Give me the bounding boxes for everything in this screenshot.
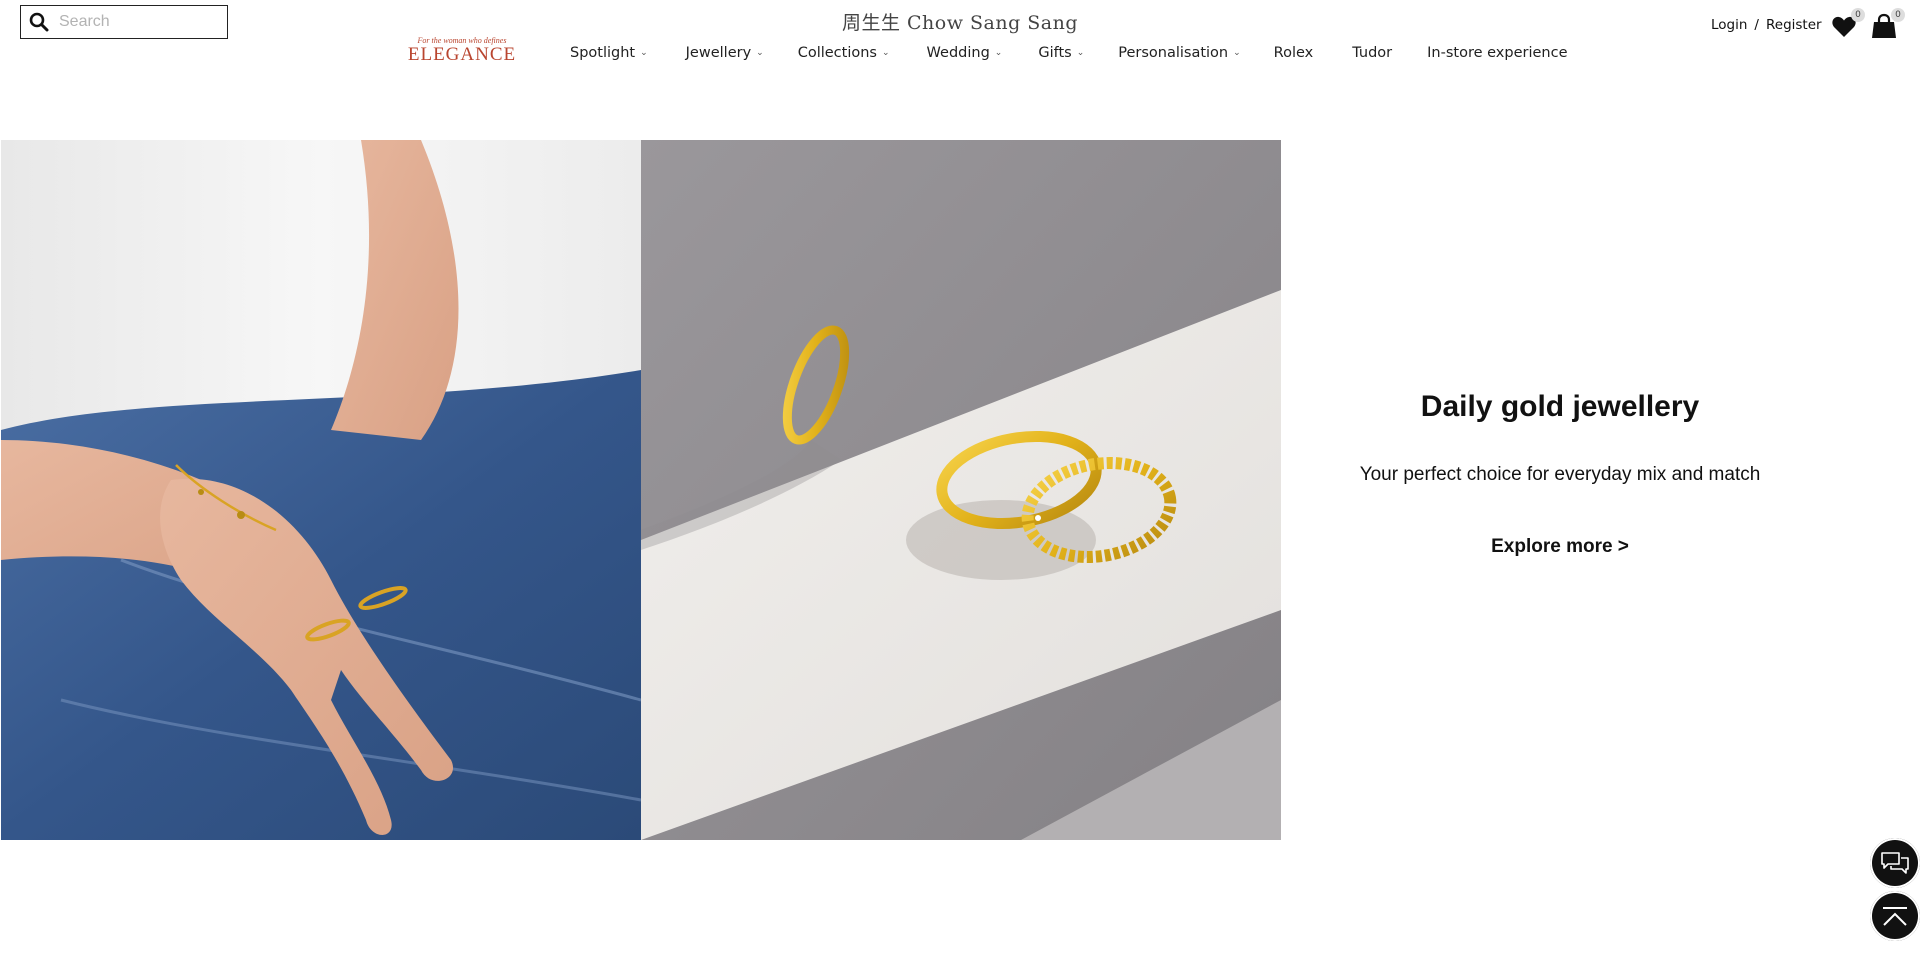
hero-title: Daily gold jewellery: [1420, 390, 1700, 423]
main-nav: Spotlight ⌄ Jewellery ⌄ Collections ⌄ Weddi…: [570, 45, 1568, 61]
nav-label: Gifts: [1038, 45, 1072, 61]
nav-label: Tudor: [1352, 45, 1393, 61]
arrow-up-icon: [1883, 907, 1907, 926]
account-links: Login / Register: [1711, 17, 1822, 33]
chevron-down-icon: ⌄: [881, 48, 890, 58]
account-separator: /: [1754, 17, 1759, 33]
nav-label: Personalisation: [1118, 45, 1229, 61]
nav-label: Jewellery: [685, 45, 752, 61]
back-to-top-button[interactable]: [1870, 891, 1920, 941]
nav-item-spotlight[interactable]: Spotlight ⌄: [570, 45, 648, 61]
brand-logo-wrap: 周生生 Chow Sang Sang: [0, 8, 1920, 35]
nav-item-rolex[interactable]: Rolex: [1274, 45, 1314, 61]
chat-button[interactable]: [1870, 838, 1920, 888]
cart-button[interactable]: 0: [1871, 8, 1905, 40]
hero-banner: [1, 140, 1281, 840]
nav-item-jewellery[interactable]: Jewellery ⌄: [686, 45, 764, 61]
chevron-down-icon: ⌄: [640, 48, 648, 58]
campaign-logo[interactable]: For the woman who defines ELEGANCE: [404, 36, 520, 65]
chevron-down-icon: ⌄: [756, 48, 764, 58]
nav-label: Wedding: [926, 45, 990, 61]
nav-label: Rolex: [1273, 45, 1314, 61]
brand-logo[interactable]: 周生生 Chow Sang Sang: [842, 12, 1078, 34]
wishlist-count: 0: [1851, 8, 1865, 22]
nav-item-personalisation[interactable]: Personalisation ⌄: [1118, 45, 1240, 61]
explore-more-link[interactable]: Explore more >: [1491, 536, 1629, 558]
search-icon: [29, 12, 49, 32]
model-photo: [1, 140, 641, 840]
cart-count: 0: [1891, 8, 1905, 22]
chevron-down-icon: ⌄: [994, 48, 1003, 58]
chevron-down-icon: ⌄: [1076, 48, 1085, 58]
nav-item-in-store-experience[interactable]: In-store experience: [1427, 45, 1567, 61]
nav-item-tudor[interactable]: Tudor: [1352, 45, 1392, 61]
rings-photo: [641, 140, 1281, 840]
chevron-down-icon: ⌄: [1233, 48, 1241, 58]
hero-content: Daily gold jewellery Your perfect choice…: [1290, 390, 1830, 558]
search-field[interactable]: [20, 5, 228, 39]
wishlist-button[interactable]: 0: [1831, 8, 1865, 40]
login-link[interactable]: Login: [1711, 17, 1747, 33]
chat-icon: [1881, 852, 1909, 874]
hero-subtitle: Your perfect choice for everyday mix and…: [1359, 464, 1761, 485]
nav-label: In-store experience: [1427, 45, 1568, 61]
hero-image-model[interactable]: [1, 140, 641, 840]
hero-image-rings[interactable]: [641, 140, 1281, 840]
register-link[interactable]: Register: [1766, 17, 1822, 33]
nav-item-wedding[interactable]: Wedding ⌄: [927, 45, 1003, 61]
nav-label: Collections: [797, 45, 877, 61]
nav-label: Spotlight: [570, 45, 636, 61]
nav-item-gifts[interactable]: Gifts ⌄: [1038, 45, 1084, 61]
campaign-word: ELEGANCE: [407, 44, 517, 65]
nav-item-collections[interactable]: Collections ⌄: [798, 45, 890, 61]
search-input[interactable]: [57, 12, 211, 32]
